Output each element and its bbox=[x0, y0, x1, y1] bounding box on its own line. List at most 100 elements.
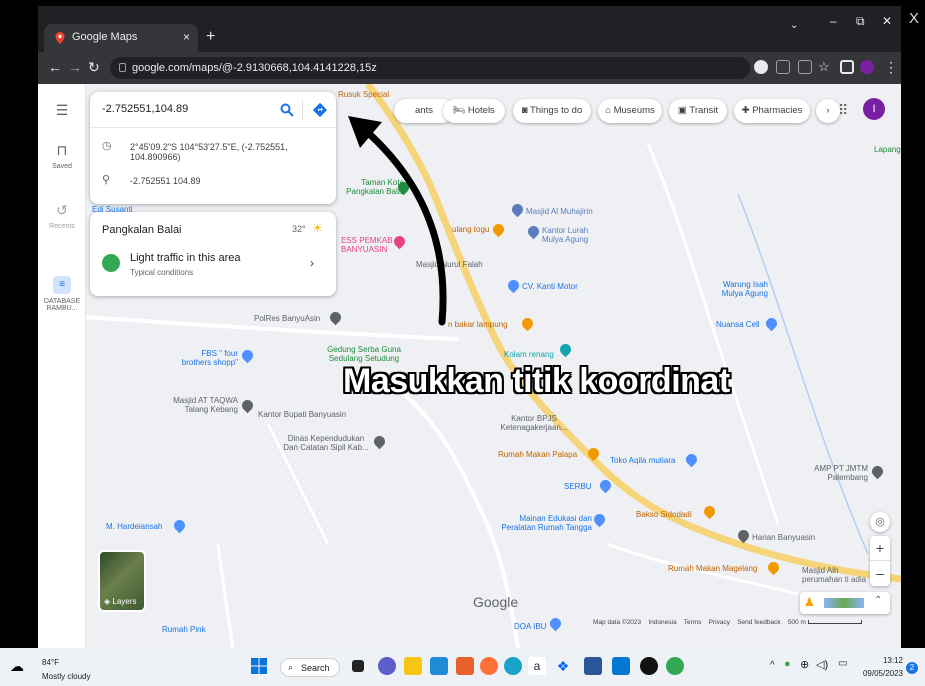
poi-toko-aqila[interactable]: Toko Aqila mutiara bbox=[610, 456, 675, 465]
zoom-in-button[interactable]: + bbox=[870, 536, 890, 561]
terms-link[interactable]: Terms bbox=[684, 619, 702, 626]
address-bar[interactable]: google.com/maps/@-2.9130668,104.4141228,… bbox=[110, 57, 750, 79]
imagery-thumbnails[interactable] bbox=[824, 598, 864, 608]
poi-rumah-pink[interactable]: Rumah Pink bbox=[162, 625, 206, 634]
chevron-right-icon[interactable]: › bbox=[310, 256, 314, 270]
poi-doa-ibu[interactable]: DOA IBU bbox=[514, 622, 546, 631]
pegman-icon[interactable]: ♟ bbox=[804, 595, 815, 609]
menu-kebab-icon[interactable]: ⋮ bbox=[884, 59, 898, 76]
tab-close-icon[interactable]: × bbox=[183, 30, 190, 44]
suggestion-coordinates[interactable]: ◷ 2°45'09.2"S 104°53'27.5"E, (-2.752551,… bbox=[90, 130, 336, 164]
poi-nuansa-cell[interactable]: Nuansa Cell bbox=[716, 320, 760, 329]
notification-badge[interactable]: 2 bbox=[906, 662, 918, 674]
minimize-button[interactable]: – bbox=[830, 14, 837, 28]
tab-google-maps[interactable]: Google Maps × bbox=[44, 24, 198, 52]
layers-button[interactable]: ◈ Layers bbox=[98, 550, 146, 612]
poi-fbs[interactable]: FBS " four brothers shopp" bbox=[172, 349, 238, 367]
poi-kantor-bupati[interactable]: Kantor Bupati Banyuasin bbox=[258, 410, 346, 419]
suggestion-place[interactable]: ⚲ -2.752551 104.89 bbox=[90, 164, 336, 198]
poi-lapang[interactable]: Lapang bbox=[874, 145, 901, 154]
chip-transit[interactable]: ▣ Transit bbox=[669, 99, 727, 123]
my-location-icon[interactable]: ◎ bbox=[870, 512, 890, 532]
poi-rusuk[interactable]: Rusuk Special bbox=[338, 90, 389, 99]
poi-kolam-renang[interactable]: Kolam renang bbox=[504, 350, 554, 359]
poi-serbu[interactable]: SERBU bbox=[564, 482, 592, 491]
poi-mainan[interactable]: Mainan Edukasi dan Peralatan Rumah Tangga bbox=[486, 514, 592, 532]
poi-amp[interactable]: AMP PT JMTM Palembang bbox=[798, 464, 868, 482]
restore-button[interactable]: ⧉ bbox=[856, 14, 865, 29]
recents-button[interactable]: ↺ Recents bbox=[38, 202, 86, 230]
bookmark-star-icon[interactable]: ☆ bbox=[818, 59, 830, 75]
word-icon[interactable] bbox=[584, 657, 602, 675]
saved-button[interactable]: ⊓ Saved bbox=[38, 142, 86, 170]
menu-button[interactable]: ☰ bbox=[38, 102, 86, 123]
poi-bakso[interactable]: Bakso Sidodadi bbox=[636, 510, 692, 519]
poi-warung-isah[interactable]: Warung Isah Mulya Agung bbox=[710, 280, 768, 298]
search-box[interactable]: -2.752551,104.89 bbox=[90, 92, 336, 128]
poi-harian[interactable]: Harian Banyuasin bbox=[752, 533, 815, 542]
feedback-link[interactable]: Send feedback bbox=[737, 619, 780, 626]
dropbox-icon[interactable]: ❖ bbox=[554, 657, 572, 675]
expand-icon[interactable]: ⌃ bbox=[874, 595, 882, 606]
volume-icon[interactable]: ◁) bbox=[816, 658, 828, 671]
poi-dinas[interactable]: Dinas Kependudukan Dan Catatan Sipil Kab.… bbox=[276, 434, 376, 452]
forward-arrow-icon[interactable]: → bbox=[68, 59, 82, 75]
sidepanel-icon[interactable] bbox=[840, 60, 854, 74]
poi-gedung-serba-guna[interactable]: Gedung Serba Guna Sedulang Setudung bbox=[324, 345, 404, 363]
poi-masjid-taqwa[interactable]: Masjid AT TAQWA Talang Kebang bbox=[162, 396, 238, 414]
chip-museums[interactable]: ⌂ Museums bbox=[598, 99, 662, 123]
language-globe-icon[interactable]: ⊕ bbox=[800, 658, 809, 671]
account-avatar[interactable]: I bbox=[863, 98, 885, 120]
poi-polres[interactable]: PolRes BanyuAsin bbox=[254, 314, 320, 323]
taskbar-search[interactable]: ⌕ Search bbox=[280, 658, 340, 677]
office-icon[interactable] bbox=[456, 657, 474, 675]
profile-avatar[interactable] bbox=[860, 60, 874, 74]
search-icon[interactable] bbox=[280, 103, 294, 117]
battery-icon[interactable]: ▭ bbox=[838, 658, 847, 669]
poi-hardeiansah[interactable]: M. Hardeiansah bbox=[106, 522, 162, 531]
zoom-out-button[interactable]: – bbox=[870, 561, 890, 586]
poi-rm-magelang[interactable]: Rumah Makan Magelang bbox=[668, 564, 757, 573]
file-explorer-icon[interactable] bbox=[404, 657, 422, 675]
new-tab-button[interactable]: + bbox=[206, 28, 215, 46]
apps-grid-icon[interactable]: ⠿ bbox=[838, 102, 848, 119]
directions-icon[interactable] bbox=[312, 102, 328, 118]
clock[interactable]: 13:12 09/05/2023 bbox=[859, 656, 903, 678]
poi-masjid-alh[interactable]: Masjid Alh perumahan ti adia bbox=[802, 566, 866, 584]
weather-desc[interactable]: Mostly cloudy bbox=[42, 672, 90, 681]
google-lens-icon[interactable] bbox=[754, 60, 768, 74]
poi-kanti-motor[interactable]: CV. Kanti Motor bbox=[522, 282, 578, 291]
close-window-button[interactable]: ✕ bbox=[882, 14, 892, 28]
tab-search-chevron-icon[interactable]: ⌄ bbox=[790, 20, 798, 31]
windows-start-icon[interactable] bbox=[250, 657, 268, 675]
install-app-icon[interactable] bbox=[776, 60, 790, 74]
chip-things-to-do[interactable]: ◙ Things to do bbox=[513, 99, 591, 123]
weather-temp[interactable]: 84°F bbox=[42, 658, 59, 667]
back-arrow-icon[interactable]: ← bbox=[48, 59, 62, 75]
chip-pharmacies[interactable]: ✚ Pharmacies bbox=[734, 99, 810, 123]
poi-masjid-muhajirin[interactable]: Masjid Al Muhajirin bbox=[526, 207, 593, 216]
chat-icon[interactable] bbox=[378, 657, 396, 675]
firefox-icon[interactable] bbox=[480, 657, 498, 675]
poi-rm-palapa[interactable]: Rumah Makan Palapa bbox=[498, 450, 577, 459]
poi-bpjs[interactable]: Kantor BPJS Ketenagakerjaan... bbox=[496, 414, 572, 432]
search-input[interactable]: -2.752551,104.89 bbox=[102, 103, 188, 115]
scale-text[interactable]: 500 m bbox=[788, 619, 806, 626]
reload-icon[interactable]: ↻ bbox=[88, 59, 100, 76]
poi-kantor-lurah[interactable]: Kantor Lurah Mulya Agung bbox=[542, 226, 588, 244]
task-view-icon[interactable] bbox=[352, 660, 364, 672]
store-icon[interactable] bbox=[430, 657, 448, 675]
paint-icon[interactable] bbox=[612, 657, 630, 675]
amazon-icon[interactable]: a bbox=[528, 657, 546, 675]
edge-icon[interactable] bbox=[504, 657, 522, 675]
tray-app-icon[interactable]: ● bbox=[784, 658, 791, 670]
tray-overflow-icon[interactable]: ^ bbox=[770, 660, 775, 671]
privacy-link[interactable]: Privacy bbox=[709, 619, 730, 626]
share-icon[interactable] bbox=[798, 60, 812, 74]
outer-close-icon[interactable]: X bbox=[909, 10, 919, 27]
country-link[interactable]: Indonesia bbox=[648, 619, 676, 626]
chips-next-button[interactable]: › bbox=[816, 99, 840, 123]
google-maps-viewport[interactable]: Rusuk Special Taman Kota Pangkalan Balai … bbox=[38, 84, 901, 648]
weather-icon[interactable]: ☁ bbox=[10, 658, 24, 675]
media-player-icon[interactable] bbox=[640, 657, 658, 675]
